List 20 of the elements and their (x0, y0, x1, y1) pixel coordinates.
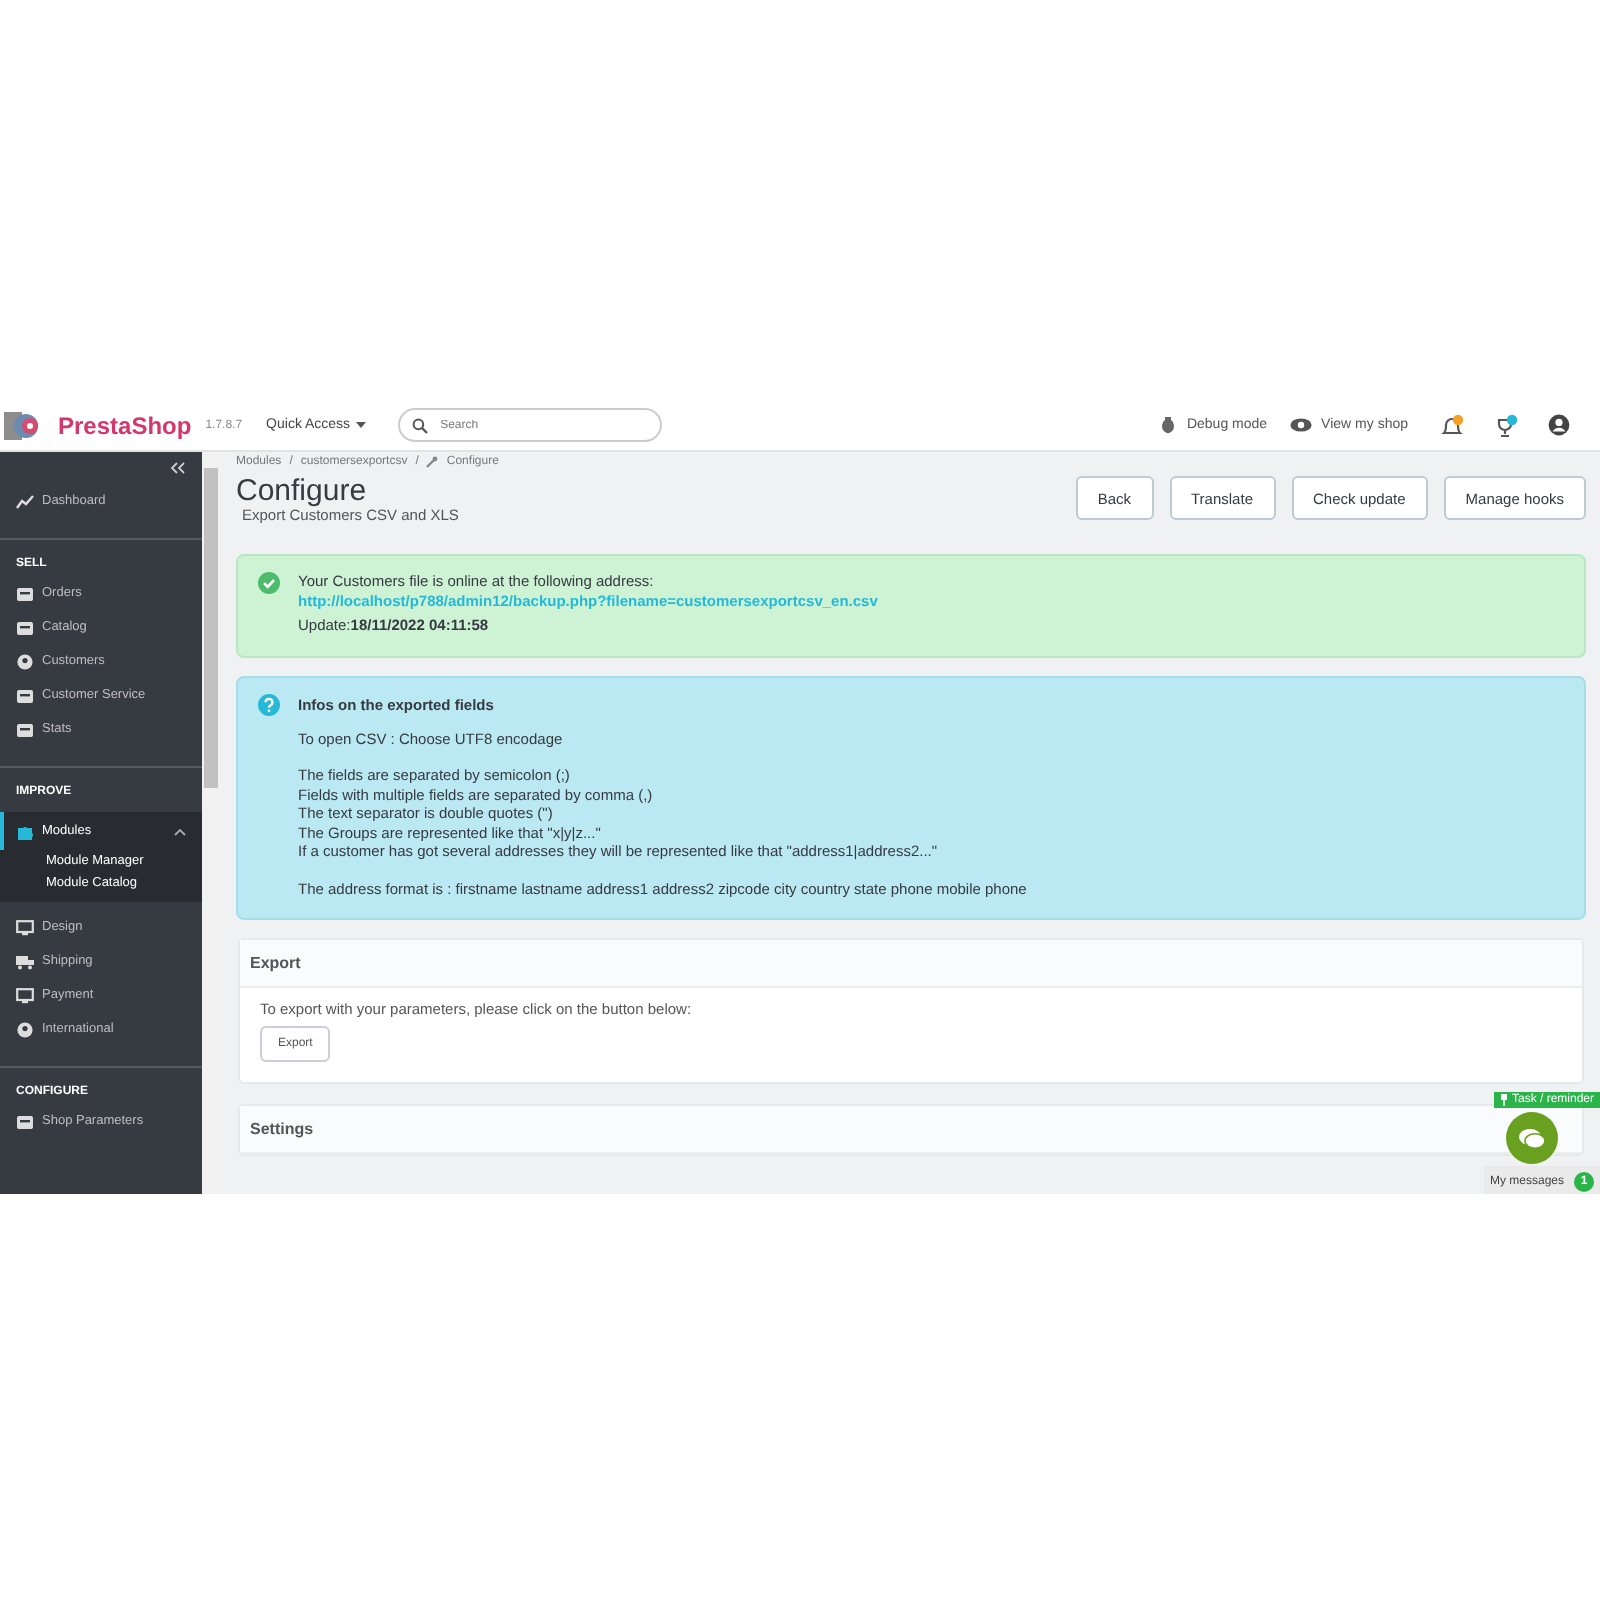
check-circle-icon (258, 572, 280, 594)
panel-title: Export (250, 954, 301, 972)
trophy-icon[interactable] (1494, 413, 1518, 437)
logo-text[interactable]: PrestaShop (58, 411, 192, 439)
double-chevron-icon[interactable] (170, 462, 186, 474)
wrench-icon (426, 456, 439, 468)
user-icon[interactable] (1548, 414, 1570, 436)
caret-icon (356, 422, 367, 428)
puzzle-icon (16, 823, 34, 839)
chevron-icon (174, 827, 186, 835)
bell-icon[interactable] (1440, 413, 1464, 437)
chart-line-icon (16, 493, 34, 509)
panel-title: Settings (250, 1120, 314, 1138)
truck-icon (16, 953, 34, 969)
eye-icon (1289, 418, 1312, 432)
question-circle-icon (258, 694, 280, 716)
page-title: Configure (236, 476, 369, 508)
chat-bubbles-icon (1518, 1127, 1546, 1149)
scrollbar-thumb[interactable] (204, 468, 218, 788)
monitor-icon (16, 919, 34, 935)
